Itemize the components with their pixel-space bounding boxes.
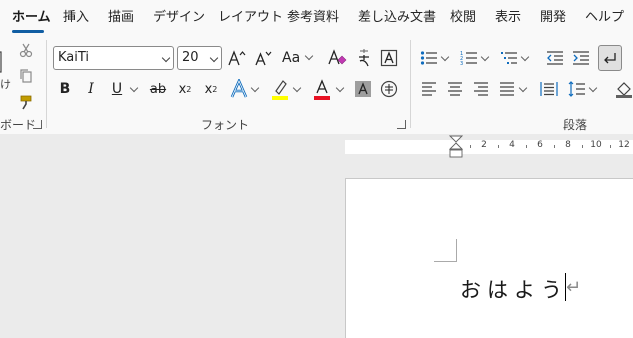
bold-icon[interactable]: B bbox=[54, 77, 76, 101]
cut-icon[interactable] bbox=[16, 38, 36, 62]
multilevel-list-icon[interactable] bbox=[498, 46, 520, 70]
ruler-number: 4 bbox=[509, 140, 515, 150]
align-right-icon[interactable] bbox=[470, 77, 492, 101]
chevron-down-icon bbox=[161, 53, 171, 63]
underline-icon[interactable]: U bbox=[106, 77, 128, 101]
font-size-combobox[interactable]: 20 bbox=[177, 46, 222, 70]
indent-markers-icon[interactable] bbox=[449, 135, 463, 161]
decrease-indent-icon[interactable] bbox=[544, 46, 566, 70]
group-separator bbox=[410, 40, 411, 128]
ribbon: け ボード KaiTi 20 Aa B I U ab x 2 x 2 フォント … bbox=[0, 36, 633, 134]
format-painter-icon[interactable] bbox=[16, 90, 36, 114]
line-spacing-icon[interactable] bbox=[566, 77, 588, 101]
shading-icon[interactable] bbox=[612, 77, 633, 101]
superscript-icon[interactable]: x2 bbox=[200, 77, 222, 101]
horizontal-ruler[interactable]: 2 4 6 8 10 12 bbox=[0, 134, 633, 160]
justify-icon[interactable] bbox=[496, 77, 518, 101]
numbering-icon[interactable]: 123 bbox=[458, 46, 480, 70]
paste-label: け bbox=[0, 78, 11, 91]
ruler-tick bbox=[526, 145, 527, 148]
bullets-icon[interactable] bbox=[418, 46, 440, 70]
ruler-number: 12 bbox=[618, 140, 630, 150]
enclose-characters-icon[interactable] bbox=[378, 77, 400, 101]
increase-indent-icon[interactable] bbox=[570, 46, 592, 70]
tab-view[interactable]: 表示 bbox=[495, 10, 521, 26]
subscript-icon[interactable]: x2 bbox=[174, 77, 196, 101]
ruler-tick bbox=[554, 145, 555, 148]
tab-draw[interactable]: 描画 bbox=[108, 10, 134, 26]
clipboard-group-label: ボード bbox=[0, 118, 37, 132]
chevron-down-icon[interactable] bbox=[335, 83, 345, 93]
chevron-down-icon bbox=[209, 53, 219, 63]
phonetic-guide-icon[interactable] bbox=[353, 46, 375, 70]
character-border-icon[interactable] bbox=[378, 46, 400, 70]
clipboard-dialog-launcher-icon[interactable] bbox=[33, 120, 42, 129]
ruler-tick bbox=[582, 145, 583, 148]
tab-design[interactable]: デザイン bbox=[153, 10, 205, 26]
chevron-down-icon[interactable] bbox=[129, 83, 139, 93]
strikethrough-icon[interactable]: ab bbox=[146, 77, 170, 101]
active-tab-indicator bbox=[12, 30, 44, 33]
tab-references[interactable]: 参考資料 bbox=[287, 10, 339, 26]
font-size-value: 20 bbox=[182, 50, 199, 65]
tab-home[interactable]: ホーム bbox=[12, 10, 51, 26]
chevron-down-icon[interactable] bbox=[588, 83, 598, 93]
ruler-number: 8 bbox=[565, 140, 571, 150]
chevron-down-icon[interactable] bbox=[520, 52, 530, 62]
character-shading-icon[interactable] bbox=[352, 77, 374, 101]
italic-icon[interactable]: I bbox=[80, 77, 102, 101]
distributed-icon[interactable] bbox=[538, 77, 560, 101]
ruler-number: 6 bbox=[537, 140, 543, 150]
paste-button[interactable] bbox=[0, 50, 6, 74]
font-group-label: フォント bbox=[201, 118, 250, 132]
chevron-down-icon[interactable] bbox=[440, 52, 450, 62]
align-left-icon[interactable] bbox=[418, 77, 440, 101]
tab-mailings[interactable]: 差し込み文書 bbox=[358, 10, 436, 26]
svg-text:3: 3 bbox=[460, 61, 463, 66]
text-boundary-corner bbox=[434, 239, 457, 262]
text-effects-icon[interactable] bbox=[228, 77, 250, 101]
show-paragraph-marks-toggle[interactable] bbox=[598, 45, 622, 71]
font-name-combobox[interactable]: KaiTi bbox=[53, 46, 174, 70]
ribbon-tab-bar: ホーム 挿入 描画 デザイン レイアウト 参考資料 差し込み文書 校閲 表示 開… bbox=[0, 0, 633, 36]
tab-developer[interactable]: 開発 bbox=[540, 10, 566, 26]
font-name-value: KaiTi bbox=[58, 50, 90, 65]
chevron-down-icon[interactable] bbox=[292, 83, 302, 93]
tab-review[interactable]: 校閲 bbox=[450, 10, 476, 26]
document-workspace: おはよう ↵ bbox=[0, 160, 633, 338]
ruler-tick bbox=[610, 145, 611, 148]
copy-icon[interactable] bbox=[16, 64, 36, 88]
chevron-down-icon[interactable] bbox=[518, 83, 528, 93]
chevron-down-icon bbox=[304, 51, 314, 61]
paragraph-mark-icon: ↵ bbox=[566, 277, 582, 298]
highlight-icon[interactable] bbox=[268, 77, 292, 101]
tab-help[interactable]: ヘルプ bbox=[585, 10, 624, 26]
group-separator bbox=[46, 40, 47, 128]
clear-formatting-icon[interactable] bbox=[326, 46, 348, 70]
ruler-tick bbox=[470, 145, 471, 148]
paragraph-group-label: 段落 bbox=[563, 118, 588, 132]
font-color-icon[interactable] bbox=[310, 77, 334, 101]
document-page[interactable]: おはよう ↵ bbox=[345, 178, 633, 338]
change-case-label: Aa bbox=[282, 50, 301, 66]
shrink-font-icon[interactable] bbox=[252, 46, 274, 70]
ruler-number: 10 bbox=[590, 140, 602, 150]
ruler-tick bbox=[498, 145, 499, 148]
font-dialog-launcher-icon[interactable] bbox=[397, 120, 406, 129]
tab-layout[interactable]: レイアウト bbox=[218, 10, 283, 26]
chevron-down-icon[interactable] bbox=[480, 52, 490, 62]
chevron-down-icon[interactable] bbox=[250, 83, 260, 93]
tab-insert[interactable]: 挿入 bbox=[63, 10, 89, 26]
document-text[interactable]: おはよう bbox=[460, 274, 568, 304]
grow-font-icon[interactable] bbox=[226, 46, 248, 70]
align-center-icon[interactable] bbox=[444, 77, 466, 101]
ruler-number: 2 bbox=[481, 140, 487, 150]
change-case-button[interactable]: Aa bbox=[282, 46, 316, 70]
